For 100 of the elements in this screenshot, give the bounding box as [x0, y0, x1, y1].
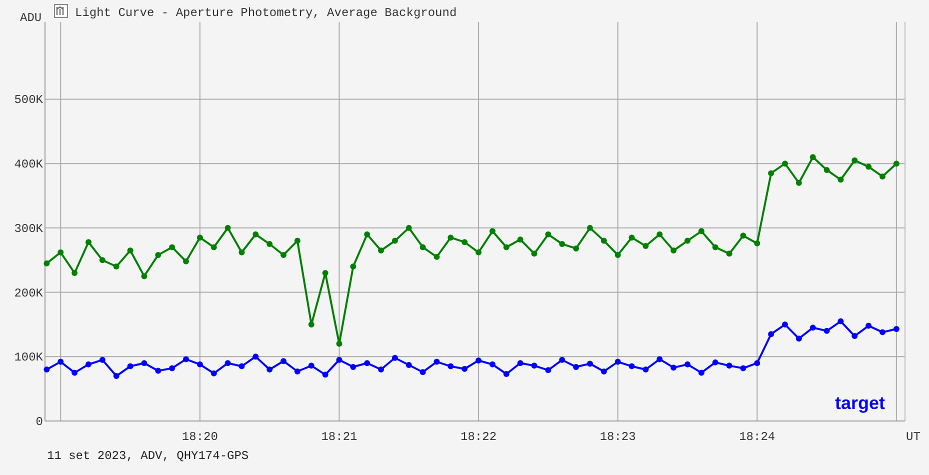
- data-point: [127, 363, 134, 370]
- data-point: [852, 333, 858, 340]
- data-point: [768, 170, 774, 176]
- data-point: [406, 224, 412, 231]
- data-point: [183, 356, 189, 362]
- data-point: [684, 238, 690, 244]
- chart-icon: [54, 4, 68, 18]
- data-point: [448, 363, 454, 370]
- y-tick-label: 0: [36, 415, 43, 429]
- data-point: [476, 358, 482, 364]
- x-tick-label: 18:21: [321, 430, 358, 444]
- data-point: [336, 340, 342, 347]
- data-point: [489, 361, 496, 368]
- data-point: [224, 360, 231, 366]
- data-point: [392, 238, 398, 244]
- data-point: [754, 360, 760, 366]
- data-point: [517, 236, 524, 243]
- data-point: [86, 361, 92, 368]
- data-point: [740, 232, 746, 239]
- data-point: [434, 358, 440, 365]
- data-point: [448, 234, 454, 241]
- data-point: [350, 364, 356, 370]
- data-point: [280, 358, 286, 364]
- data-point: [183, 258, 189, 264]
- data-point: [726, 362, 732, 369]
- data-point: [196, 234, 203, 241]
- data-point: [824, 167, 830, 174]
- data-point: [698, 228, 704, 234]
- x-tick-label: 18:23: [600, 430, 636, 444]
- data-point: [364, 360, 370, 366]
- data-point: [531, 362, 538, 369]
- data-point: [392, 354, 398, 361]
- footer-info: 11 set 2023, ADV, QHY174-GPS: [47, 449, 249, 463]
- axis-label: ADU: [20, 11, 42, 25]
- data-point: [308, 321, 314, 328]
- data-point: [420, 244, 426, 250]
- data-point: [726, 250, 732, 257]
- axis-label: UT: [906, 430, 920, 444]
- data-point: [796, 336, 802, 342]
- data-point: [782, 160, 788, 167]
- data-point: [155, 252, 162, 258]
- data-point: [113, 264, 120, 270]
- data-point: [893, 160, 900, 167]
- data-point: [196, 361, 203, 368]
- data-point: [99, 356, 106, 363]
- data-point: [712, 244, 718, 250]
- data-point: [866, 322, 872, 329]
- data-point: [238, 363, 245, 370]
- data-point: [880, 329, 886, 336]
- data-point: [72, 270, 78, 276]
- data-point: [252, 354, 259, 360]
- data-point: [462, 366, 468, 372]
- data-point: [155, 368, 162, 374]
- data-point: [238, 249, 245, 256]
- data-point: [573, 364, 580, 370]
- data-point: [462, 239, 468, 246]
- data-point: [378, 247, 384, 254]
- data-point: [559, 356, 566, 363]
- data-point: [322, 270, 328, 276]
- y-tick-label: 200K: [14, 286, 43, 300]
- data-point: [141, 360, 148, 366]
- data-point: [628, 234, 635, 241]
- data-point: [782, 321, 788, 328]
- x-tick-label: 18:20: [182, 430, 218, 444]
- data-point: [559, 241, 566, 248]
- data-point: [280, 252, 286, 258]
- data-point: [476, 249, 482, 256]
- data-point: [86, 239, 92, 246]
- chart-title: Light Curve - Aperture Photometry, Average Background: [75, 6, 457, 20]
- y-tick-label: 300K: [14, 222, 43, 236]
- data-point: [866, 164, 872, 170]
- data-point: [768, 331, 774, 338]
- data-point: [252, 231, 259, 238]
- data-point: [740, 365, 746, 372]
- data-point: [294, 368, 300, 374]
- series-label: target: [834, 393, 885, 413]
- data-point: [614, 358, 621, 365]
- data-point: [670, 364, 677, 371]
- data-point: [127, 247, 134, 254]
- data-point: [503, 371, 510, 378]
- data-point: [531, 250, 538, 257]
- data-point: [656, 356, 663, 362]
- data-point: [406, 362, 412, 368]
- data-point: [210, 244, 217, 250]
- y-tick-label: 100K: [14, 350, 43, 365]
- data-point: [517, 360, 524, 366]
- data-point: [838, 318, 844, 324]
- y-tick-label: 500K: [14, 93, 43, 108]
- data-point: [586, 224, 593, 231]
- data-point: [322, 372, 328, 378]
- data-point: [99, 257, 106, 264]
- data-point: [670, 247, 677, 254]
- data-point: [796, 180, 802, 186]
- data-point: [684, 361, 690, 368]
- data-point: [698, 370, 704, 376]
- x-tick-label: 18:24: [739, 430, 776, 444]
- data-point: [266, 241, 273, 248]
- data-point: [489, 228, 496, 234]
- data-point: [378, 366, 384, 373]
- data-point: [141, 273, 148, 280]
